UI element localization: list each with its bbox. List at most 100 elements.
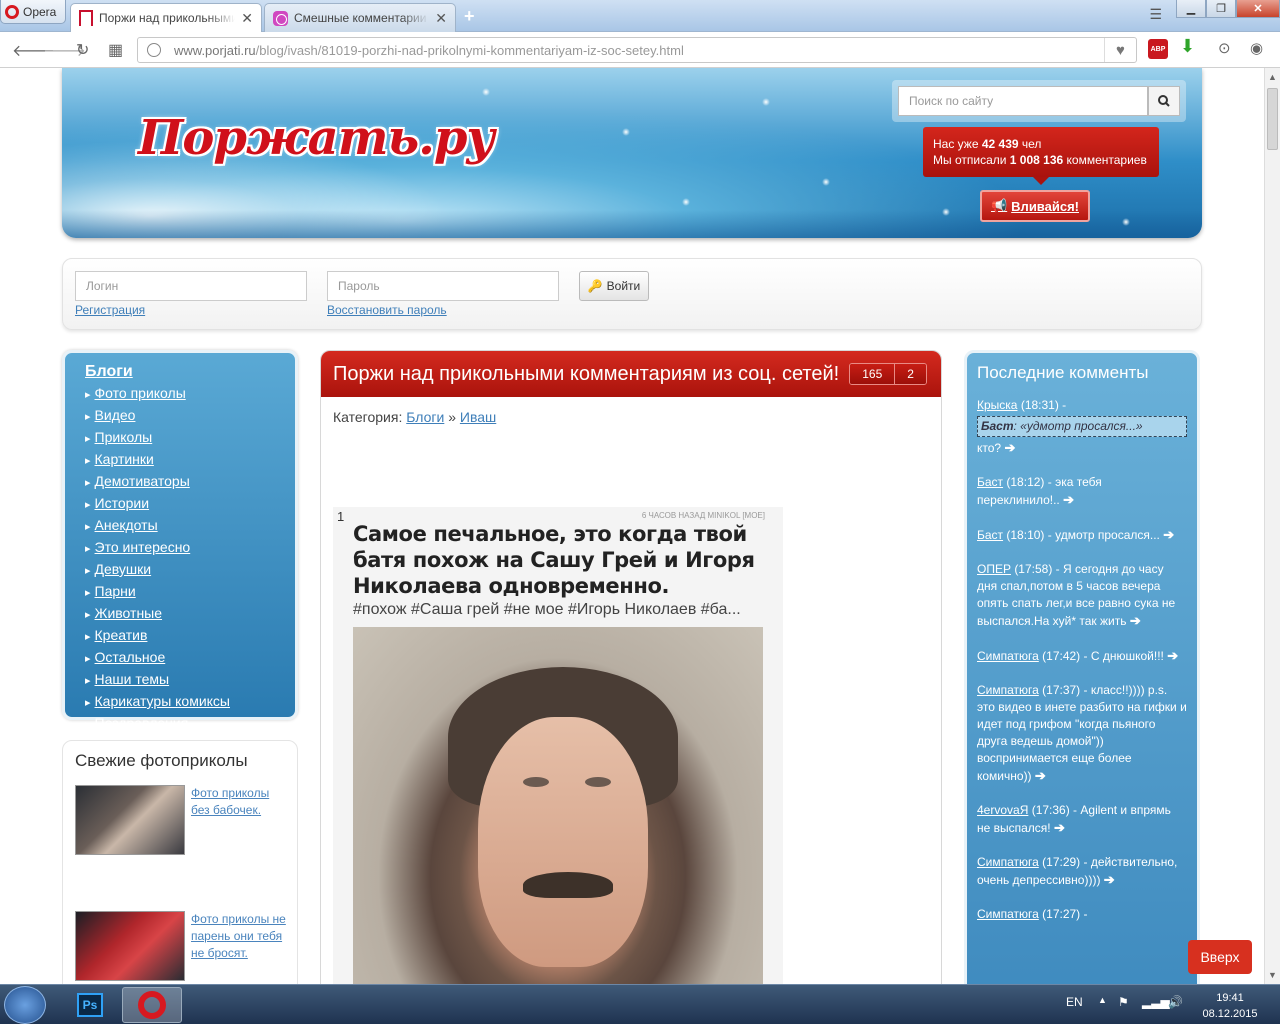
comment-user[interactable]: Симпатюга	[977, 907, 1039, 921]
blog-category-link[interactable]: Демотиваторы	[85, 471, 295, 493]
close-tab-icon[interactable]: ✕	[241, 10, 253, 27]
tab-inactive[interactable]: Смешные комментарии ✕	[264, 3, 456, 32]
join-button[interactable]: 📢 Вливайся!	[980, 190, 1090, 222]
blog-category-link[interactable]: Поздравления	[85, 713, 295, 735]
close-tab-icon[interactable]: ✕	[435, 10, 447, 27]
reload-icon[interactable]: ↻	[76, 40, 89, 60]
comment-time: (17:42) -	[1042, 649, 1088, 663]
comment-user[interactable]: Баст	[977, 528, 1003, 542]
search-icon	[1158, 95, 1170, 107]
restore-password-link[interactable]: Восстановить пароль	[327, 303, 447, 317]
login-input[interactable]: Логин	[75, 271, 307, 301]
fresh-photos-box: Свежие фотоприколы Фото приколы без бабо…	[62, 740, 298, 984]
taskbar-photoshop[interactable]: Ps	[60, 987, 120, 1023]
opera-menu-button[interactable]: Opera	[0, 0, 66, 24]
site-info-icon[interactable]	[147, 43, 161, 57]
search-input[interactable]: Поиск по сайту	[898, 86, 1148, 116]
fresh-photo-caption[interactable]: Фото приколы не парень они тебя не брося…	[191, 911, 291, 962]
blog-category-link[interactable]: Приколы	[85, 427, 295, 449]
page-scrollbar[interactable]: ▲ ▼	[1264, 68, 1280, 984]
blog-category-link[interactable]: Креатив	[85, 625, 295, 647]
comment-user[interactable]: Симпатюга	[977, 683, 1039, 697]
comment-user[interactable]: Симпатюга	[977, 855, 1039, 869]
comments-list: Крыска (18:31) - Баст: «удмотр просался.…	[977, 397, 1187, 923]
system-clock[interactable]: 19:41 08.12.2015	[1200, 990, 1260, 1022]
blog-category-link[interactable]: Девушки	[85, 559, 295, 581]
language-indicator[interactable]: EN	[1066, 995, 1083, 1009]
blog-category-link[interactable]: Видео	[85, 405, 295, 427]
site-header: Поржать.ру Поиск по сайту Нас уже 42 439…	[62, 68, 1202, 238]
adblock-extension-icon[interactable]: ABP	[1148, 39, 1168, 59]
blog-category-link[interactable]: Парни	[85, 581, 295, 603]
scroll-top-button[interactable]: Вверх	[1188, 940, 1252, 974]
category-link-ivash[interactable]: Иваш	[460, 409, 496, 425]
scroll-down-arrow-icon[interactable]: ▼	[1268, 970, 1277, 980]
fresh-photo-caption[interactable]: Фото приколы без бабочек.	[191, 785, 291, 819]
comment-arrow-icon[interactable]: ➔	[1130, 613, 1141, 628]
comment-time: (17:37) -	[1042, 683, 1088, 697]
blog-category-link[interactable]: Фото приколы	[85, 383, 295, 405]
maximize-icon[interactable]: ❐	[1206, 0, 1236, 18]
new-tab-plus-icon[interactable]: +	[464, 6, 475, 27]
action-center-flag-icon[interactable]: ⚑	[1118, 995, 1129, 1009]
comment-arrow-icon[interactable]: ➔	[1104, 872, 1115, 887]
comment-user[interactable]: Крыска	[977, 398, 1017, 412]
blog-category-link[interactable]: Животные	[85, 603, 295, 625]
site-stats-box: Нас уже 42 439 чел Мы отписали 1 008 136…	[923, 127, 1159, 185]
tab-menu-icon[interactable]: ☰	[1149, 6, 1162, 23]
download-extension-icon[interactable]: ⬇	[1180, 36, 1195, 57]
opera-logo-icon	[5, 4, 19, 19]
comment-user[interactable]: 4ervovaЯ	[977, 803, 1028, 817]
blog-category-link[interactable]: Наши темы	[85, 669, 295, 691]
taskbar-opera[interactable]	[122, 987, 182, 1023]
scroll-up-arrow-icon[interactable]: ▲	[1268, 72, 1277, 82]
blog-category-link[interactable]: Картинки	[85, 449, 295, 471]
comment-user[interactable]: Симпатюга	[977, 649, 1039, 663]
comment-item: Симпатюга (17:27) -	[977, 906, 1187, 923]
article: Поржи над прикольными комментариям из со…	[320, 350, 942, 984]
fresh-photo-thumbnail[interactable]	[75, 911, 185, 981]
windows-start-icon[interactable]	[4, 986, 46, 1024]
volume-icon[interactable]: 🔊	[1168, 995, 1183, 1009]
quote-text: : «удмотр просался...»	[1013, 419, 1143, 433]
stats-text: Нас уже	[933, 137, 982, 151]
comment-arrow-icon[interactable]: ➔	[1167, 648, 1178, 663]
minimize-icon[interactable]: ▁	[1176, 0, 1206, 18]
comments-count-badge[interactable]: 2	[894, 364, 926, 384]
blog-category-link[interactable]: Анекдоты	[85, 515, 295, 537]
blog-category-link[interactable]: Остальное	[85, 647, 295, 669]
blogs-menu-title[interactable]: Блоги	[85, 363, 295, 381]
fresh-photo-thumbnail[interactable]	[75, 785, 185, 855]
comment-arrow-icon[interactable]: ➔	[1004, 440, 1015, 455]
scrollbar-thumb[interactable]	[1267, 88, 1278, 150]
site-logo[interactable]: Поржать.ру	[138, 110, 495, 166]
blog-category-link[interactable]: Карикатуры комиксы	[85, 691, 295, 713]
comment-item: Симпатюга (17:29) - действительно, очень…	[977, 854, 1187, 889]
tray-expand-icon[interactable]: ▲	[1098, 995, 1107, 1005]
search-button[interactable]	[1148, 86, 1180, 116]
comment-arrow-icon[interactable]: ➔	[1035, 768, 1046, 783]
comment-arrow-icon[interactable]: ➔	[1063, 492, 1074, 507]
speed-dial-grid-icon[interactable]: ▦	[108, 40, 123, 60]
blog-category-link[interactable]: Истории	[85, 493, 295, 515]
register-link[interactable]: Регистрация	[75, 303, 145, 317]
blog-category-link[interactable]: Это интересно	[85, 537, 295, 559]
join-label: Вливайся!	[1011, 198, 1079, 214]
window-close-icon[interactable]: ✕	[1236, 0, 1280, 18]
url-field[interactable]: www.porjati.ru/blog/ivash/81019-porzhi-n…	[137, 37, 1137, 63]
latest-comments-title: Последние комменты	[977, 363, 1149, 382]
category-link-blogs[interactable]: Блоги	[406, 409, 444, 425]
account-icon[interactable]: ◉	[1250, 39, 1263, 57]
comment-user[interactable]: ОПЕР	[977, 562, 1011, 576]
comment-arrow-icon[interactable]: ➔	[1163, 527, 1174, 542]
comment-user[interactable]: Баст	[977, 475, 1003, 489]
category-label: Категория:	[333, 409, 403, 425]
login-button[interactable]: 🔑 Войти	[579, 271, 649, 301]
tab-active[interactable]: Поржи над прикольными ✕	[70, 3, 262, 32]
password-input[interactable]: Пароль	[327, 271, 559, 301]
downloads-icon[interactable]: ⊙	[1218, 39, 1231, 57]
megaphone-icon: 📢	[990, 198, 1008, 213]
comment-arrow-icon[interactable]: ➔	[1054, 820, 1065, 835]
network-signal-icon[interactable]: ▂▃▅	[1142, 995, 1170, 1009]
bookmark-heart-icon[interactable]: ♥	[1104, 38, 1136, 62]
